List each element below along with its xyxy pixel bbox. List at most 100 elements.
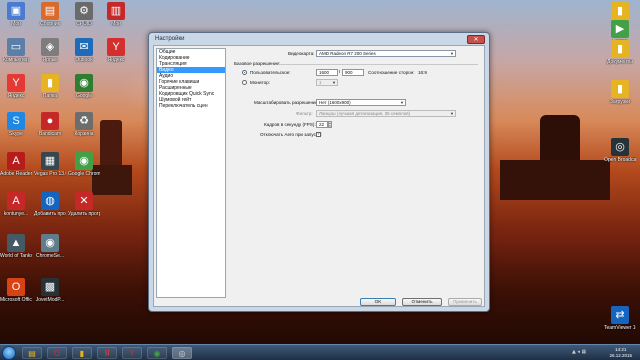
desktop-icon[interactable]: ▲ World of Tanks <box>0 234 32 259</box>
desktop-icon[interactable]: ◎Open Broadcast <box>604 138 636 163</box>
desktop-icon[interactable]: ◉ ChromeSe... <box>34 234 66 259</box>
video-settings-panel: Видеокарта: AMD Radeon R7 200 Series ▼ Б… <box>232 50 482 294</box>
base-resolution-label: Базовое разрешение: <box>234 61 281 66</box>
ok-button[interactable]: OK <box>360 298 396 306</box>
aero-label: Отключать Aero при запуске: <box>260 132 322 137</box>
system-tray: ▲ ◂ ▦ 14:21 26.12.2015 <box>570 345 640 360</box>
desktop-icon-label: Adobe Reader X <box>0 171 32 177</box>
filter-select[interactable]: Ланцош (лучшая детализация, 36 семплов) … <box>316 110 456 117</box>
taskbar-app-folder[interactable]: ▮ <box>72 347 92 359</box>
desktop-icon[interactable]: ▥ Мои <box>100 2 132 27</box>
taskbar-app-obs[interactable]: ◎ <box>172 347 192 359</box>
desktop-icon[interactable]: ◍Добавить программу <box>34 192 66 217</box>
desktop-icon[interactable]: O Microsoft Office <box>0 278 32 303</box>
aspect-label: Соотношение сторон: <box>368 70 415 75</box>
app-icon: ▲ <box>7 234 25 252</box>
monitor-select[interactable]: 1 ▼ <box>316 79 338 86</box>
desktop-icon[interactable]: ▤ Сборник <box>34 2 66 27</box>
dialog-title: Настройки <box>155 36 185 42</box>
desktop-icon[interactable]: ⚙ CPUID <box>68 2 100 27</box>
desktop-icon-label: World of Tanks <box>0 253 32 259</box>
desktop-icon[interactable]: ● Bandicam <box>34 112 66 137</box>
filter-label: Фильтр: <box>296 111 313 116</box>
desktop-icon-label: Google <box>75 93 93 99</box>
desktop-icon-label: Яндекс <box>107 57 125 63</box>
desktop-icon-label: Удалить программу <box>68 211 100 217</box>
desktop-icon[interactable]: ♻ Корзина <box>68 112 100 137</box>
aero-checkbox[interactable]: ✓ <box>316 132 321 137</box>
taskbar-app-chrome[interactable]: ◉ <box>147 347 167 359</box>
app-icon: ▮ <box>611 40 629 58</box>
nav-item[interactable]: Переключатель сцен <box>157 103 225 109</box>
app-icon: ● <box>41 112 59 130</box>
cancel-button[interactable]: Отменить <box>402 298 442 306</box>
width-input[interactable]: 1600 <box>316 69 338 76</box>
custom-resolution-radio[interactable] <box>242 70 247 75</box>
taskbar-app-yandex-browser[interactable]: Y <box>122 347 142 359</box>
wallpaper-mesa-base <box>500 160 610 200</box>
app-icon: ▮ <box>41 74 59 92</box>
desktop-icon[interactable]: ▩ JovetModP... <box>34 278 66 303</box>
desktop-icon[interactable]: ✕Удалить программу <box>68 192 100 217</box>
settings-nav-list: Общие Кодирование Трансляция Видео Аудио Горя… <box>156 48 226 298</box>
monitor-label: Монитор: <box>250 80 270 85</box>
monitor-radio[interactable] <box>242 80 247 85</box>
close-icon[interactable]: ✕ <box>467 35 485 44</box>
app-icon: ▮ <box>611 2 629 20</box>
desktop-icon[interactable]: ✉ Outlook <box>68 38 100 63</box>
fps-stepper[interactable]: ▴ ▾ <box>328 121 332 128</box>
desktop-icon[interactable]: Y Яндекс <box>100 38 132 63</box>
dialog-body: Общие Кодирование Трансляция Видео Аудио Горя… <box>153 45 485 307</box>
desktop-icon[interactable]: ◈ Ярлык <box>34 38 66 63</box>
desktop-icon[interactable]: Akontunye... <box>0 192 32 217</box>
chevron-down-icon: ▼ <box>450 51 454 56</box>
taskbar-app-opera[interactable]: O <box>47 347 67 359</box>
desktop-icon-label: ChromeSe... <box>35 253 65 259</box>
app-icon: ◍ <box>41 192 59 210</box>
desktop-icon[interactable]: AAdobe Reader X <box>0 152 32 177</box>
desktop-icon[interactable]: ▭ Компьютер <box>0 38 32 63</box>
app-icon: Y <box>7 74 25 92</box>
desktop-icon[interactable]: ◉ Google Chrome <box>68 152 100 177</box>
desktop-icon-label: Ярлык <box>42 57 58 63</box>
app-icon: ◈ <box>41 38 59 56</box>
desktop-icon[interactable]: ⇄ TeamViewer 10 <box>604 306 636 331</box>
app-icon: ⚙ <box>75 2 93 20</box>
desktop-icon-label: Vegas Pro 13.0 (64-bit) <box>34 171 66 177</box>
desktop-icon[interactable]: Y Яндекс <box>0 74 32 99</box>
app-icon: ▦ <box>41 152 59 170</box>
tray-icons[interactable]: ▲ ◂ ▦ <box>572 349 586 355</box>
desktop-icon[interactable]: ▮ Папка <box>34 74 66 99</box>
app-icon: A <box>7 192 25 210</box>
aspect-value: 16:9 <box>418 70 427 75</box>
chevron-down-icon: ▼ <box>332 80 336 85</box>
desktop-icon-label: Папка <box>42 93 58 99</box>
desktop-icon[interactable]: ▮ Документы <box>604 40 636 65</box>
desktop-icon-label: Сборник <box>40 21 60 27</box>
desktop-icon[interactable]: S Skype <box>0 112 32 137</box>
taskbar-app-yandex[interactable]: Я <box>97 347 117 359</box>
cursor-icon: I <box>339 69 341 74</box>
fps-input[interactable]: 22 <box>316 121 328 128</box>
app-icon: ▩ <box>41 278 59 296</box>
desktop-icon[interactable]: ◉ Google <box>68 74 100 99</box>
desktop-icon-label: Outlook <box>75 57 93 63</box>
desktop-icon-label: Skype <box>9 131 23 137</box>
desktop-icon[interactable]: ▣ Мой <box>0 2 32 27</box>
adapter-label: Видеокарта: <box>288 51 315 56</box>
chevron-down-icon: ▼ <box>400 100 404 105</box>
desktop-icon-label: CPUID <box>76 21 92 27</box>
height-input[interactable]: 900 <box>342 69 364 76</box>
app-icon: Y <box>107 38 125 56</box>
downscale-select[interactable]: Нет (1600x900) ▼ <box>316 99 406 106</box>
adapter-select[interactable]: AMD Radeon R7 200 Series ▼ <box>316 50 456 57</box>
filter-value: Ланцош (лучшая детализация, 36 семплов) <box>319 111 411 116</box>
clock[interactable]: 14:21 26.12.2015 <box>609 347 632 358</box>
start-button[interactable] <box>2 346 16 360</box>
desktop-icon[interactable]: ▮ Загрузки <box>604 80 636 105</box>
desktop-icon[interactable]: ▦Vegas Pro 13.0 (64-bit) <box>34 152 66 177</box>
apply-button[interactable]: Применить <box>448 298 482 306</box>
desktop-icon-label: Загрузки <box>609 99 631 105</box>
downscale-value: Нет (1600x900) <box>319 100 351 105</box>
taskbar-app-explorer[interactable]: ▤ <box>22 347 42 359</box>
